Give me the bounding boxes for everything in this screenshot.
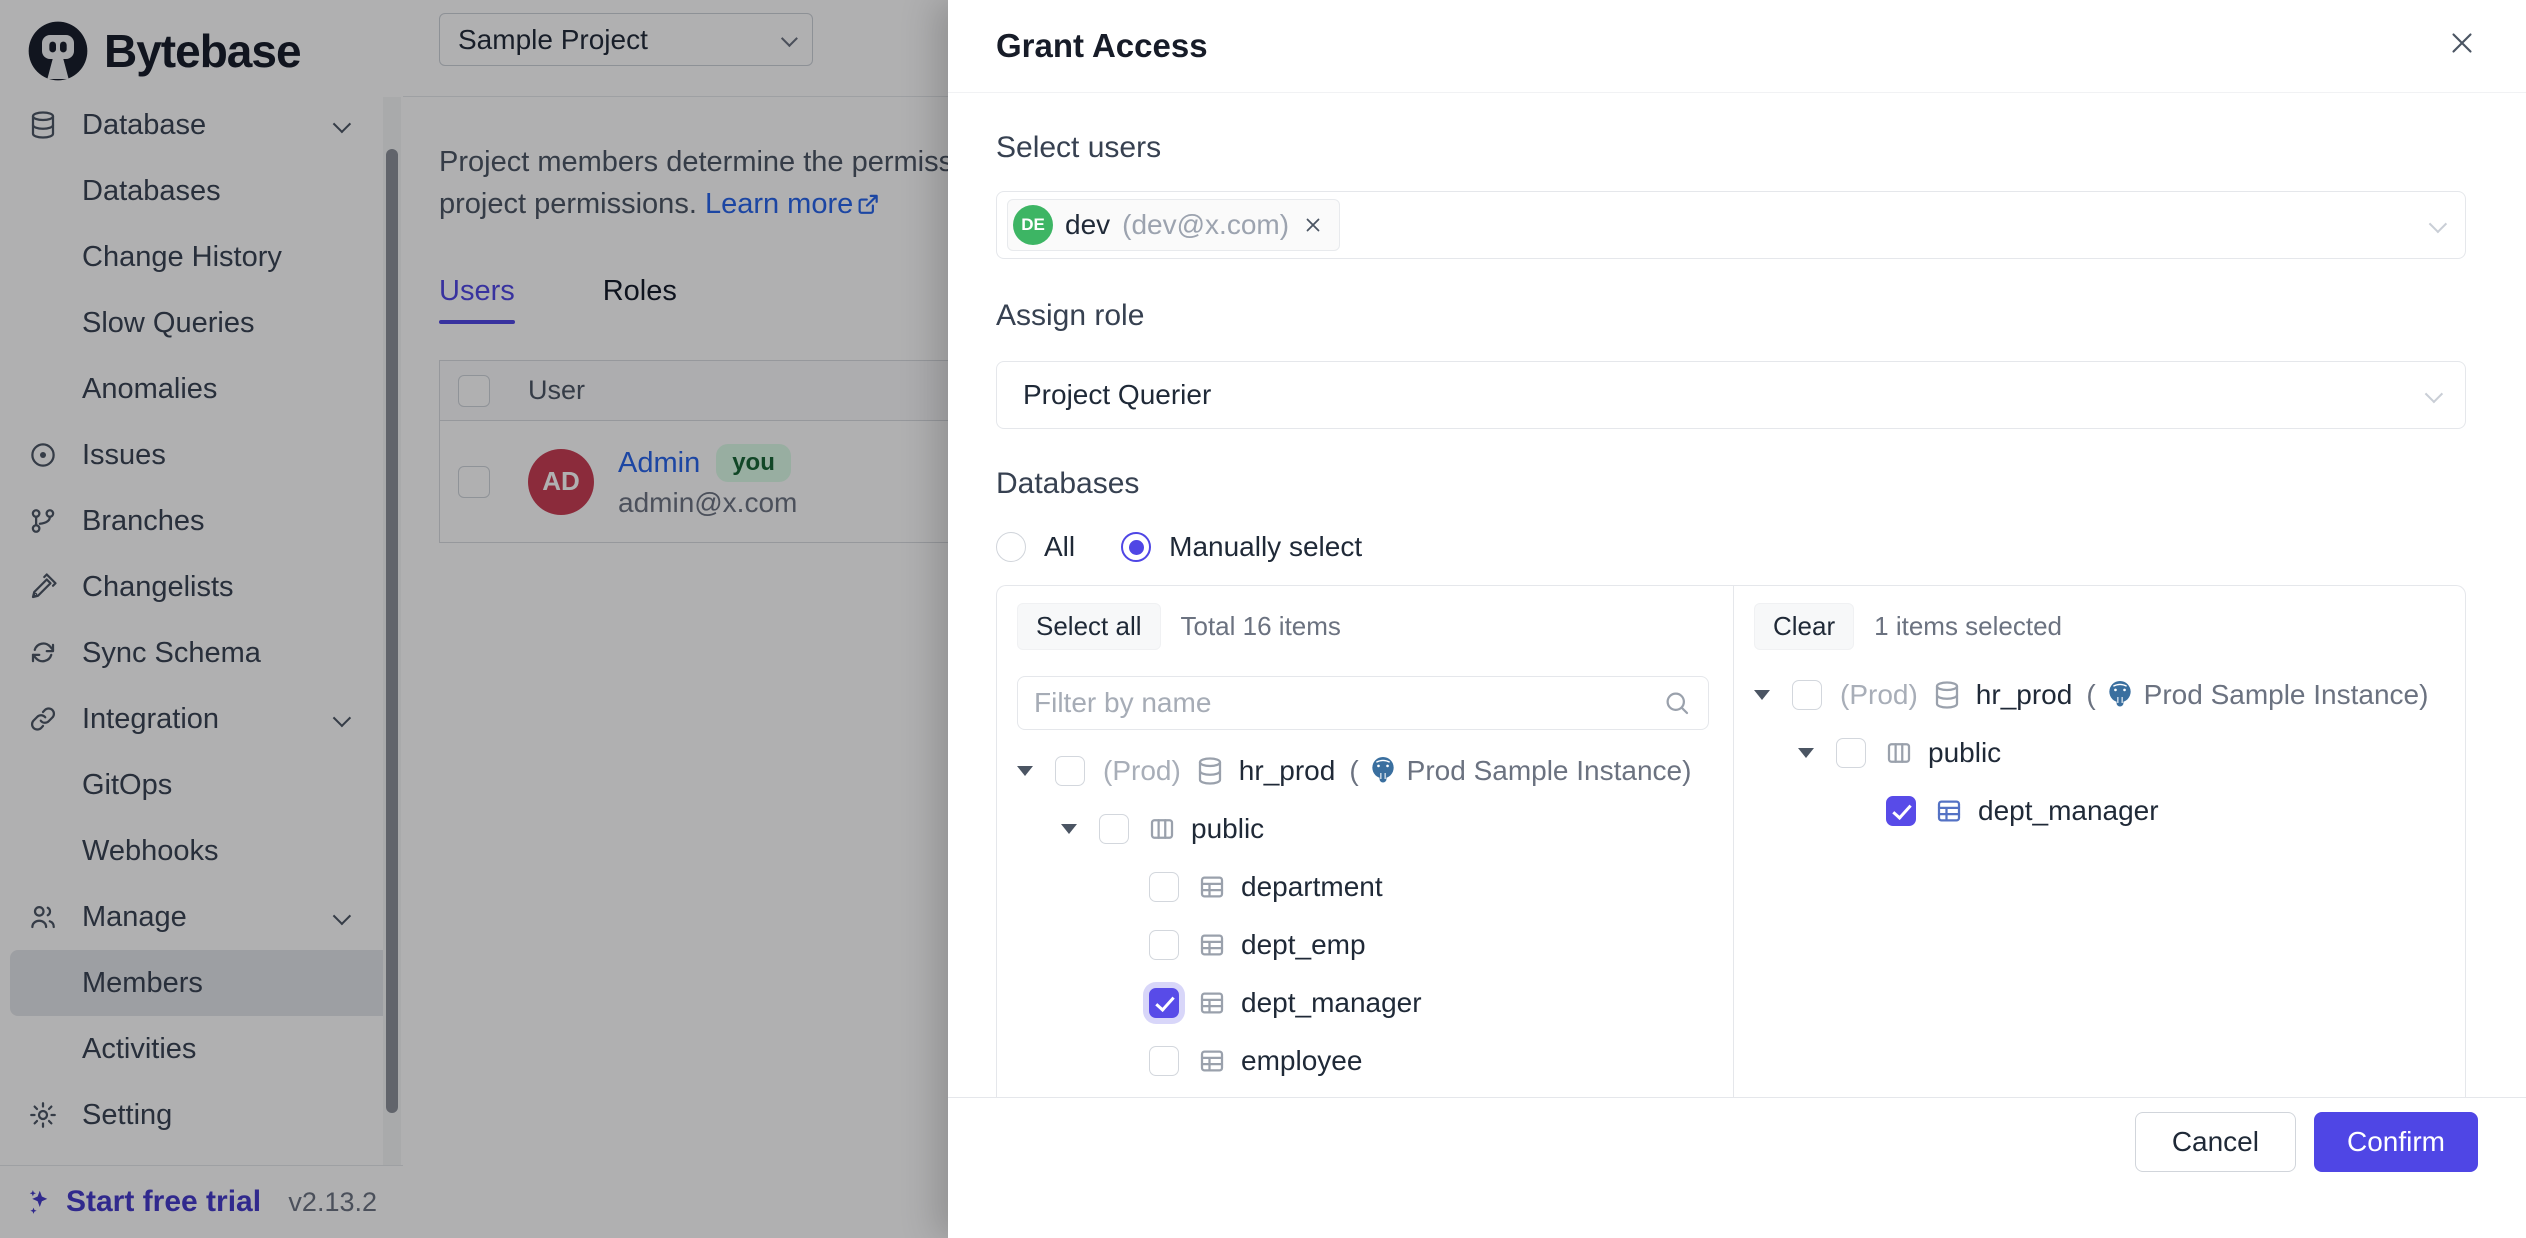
checkbox[interactable]	[1149, 930, 1179, 960]
dialog-header: Grant Access	[948, 0, 2526, 93]
caret-expanded-icon[interactable]	[1017, 766, 1033, 776]
radio-manual-label: Manually select	[1169, 531, 1362, 563]
chevron-down-icon[interactable]	[2429, 214, 2447, 232]
table-name: employee	[1241, 1045, 1362, 1077]
radio-all-label: All	[1044, 531, 1075, 563]
chip-user-name: dev	[1065, 209, 1110, 241]
radio-all[interactable]: All	[996, 531, 1075, 563]
schema-name: public	[1928, 737, 2001, 769]
selected-tree: (Prod) hr_prod ( Prod Sample Instance) p…	[1754, 666, 2441, 840]
tree-row[interactable]: public	[1061, 800, 1709, 858]
radio-icon[interactable]	[996, 532, 1026, 562]
select-users-label: Select users	[996, 131, 2466, 165]
chevron-down-icon	[2425, 384, 2443, 402]
app-window: Bytebase Database Databases Change Histo…	[0, 0, 2526, 1238]
dialog-title: Grant Access	[996, 27, 1208, 65]
env-prefix: (Prod)	[1840, 679, 1918, 711]
table-name: dept_emp	[1241, 929, 1366, 961]
picker-selected-pane: Clear 1 items selected (Prod) hr_prod (	[1734, 586, 2465, 1097]
role-select[interactable]: Project Querier	[996, 361, 2466, 429]
chip-user-email: (dev@x.com)	[1122, 209, 1289, 241]
filter-placeholder: Filter by name	[1034, 687, 1211, 719]
confirm-button[interactable]: Confirm	[2314, 1112, 2478, 1172]
search-icon	[1662, 688, 1692, 718]
dialog-footer: Cancel Confirm	[948, 1097, 2526, 1238]
env-prefix: (Prod)	[1103, 755, 1181, 787]
checkbox[interactable]	[1792, 680, 1822, 710]
filter-input[interactable]: Filter by name	[1017, 676, 1709, 730]
database-icon	[1195, 756, 1225, 786]
table-icon	[1197, 1046, 1227, 1076]
tree-row[interactable]: dept_emp	[1149, 916, 1709, 974]
tree-row[interactable]: dept_manager	[1886, 782, 2441, 840]
radio-checked-icon[interactable]	[1121, 532, 1151, 562]
selected-count-label: 1 items selected	[1874, 611, 2062, 642]
tree-row[interactable]: department	[1149, 858, 1709, 916]
table-icon	[1197, 930, 1227, 960]
checkbox-checked[interactable]	[1149, 988, 1179, 1018]
source-tree: (Prod) hr_prod ( Prod Sample Instance) p…	[1017, 742, 1709, 1090]
table-icon	[1934, 796, 1964, 826]
caret-expanded-icon[interactable]	[1061, 824, 1077, 834]
db-name: hr_prod	[1976, 679, 2073, 711]
schema-icon	[1147, 814, 1177, 844]
tree-row[interactable]: (Prod) hr_prod ( Prod Sample Instance)	[1754, 666, 2441, 724]
picker-source-pane: Select all Total 16 items Filter by name…	[997, 586, 1734, 1097]
tree-row[interactable]: public	[1798, 724, 2441, 782]
checkbox[interactable]	[1836, 738, 1866, 768]
table-name: dept_manager	[1241, 987, 1422, 1019]
table-name: dept_manager	[1978, 795, 2159, 827]
instance-name: Prod Sample Instance)	[1407, 755, 1692, 787]
cancel-button[interactable]: Cancel	[2135, 1112, 2296, 1172]
total-items-label: Total 16 items	[1181, 611, 1341, 642]
table-icon	[1197, 988, 1227, 1018]
checkbox[interactable]	[1149, 1046, 1179, 1076]
avatar: DE	[1013, 205, 1053, 245]
tree-row[interactable]: employee	[1149, 1032, 1709, 1090]
checkbox[interactable]	[1149, 872, 1179, 902]
postgres-icon	[2104, 679, 2136, 711]
selected-user-chip[interactable]: DE dev (dev@x.com)	[1007, 199, 1340, 251]
database-picker: Select all Total 16 items Filter by name…	[996, 585, 2466, 1097]
checkbox-checked[interactable]	[1886, 796, 1916, 826]
close-icon[interactable]	[2442, 24, 2482, 64]
schema-name: public	[1191, 813, 1264, 845]
caret-expanded-icon[interactable]	[1754, 690, 1770, 700]
postgres-icon	[1367, 755, 1399, 787]
caret-expanded-icon[interactable]	[1798, 748, 1814, 758]
db-name: hr_prod	[1239, 755, 1336, 787]
select-all-button[interactable]: Select all	[1017, 603, 1161, 650]
table-name: department	[1241, 871, 1383, 903]
role-select-value: Project Querier	[1023, 379, 1211, 411]
table-icon	[1197, 872, 1227, 902]
grant-access-dialog: Grant Access Select users DE dev (dev@x.…	[948, 0, 2526, 1238]
databases-label: Databases	[996, 467, 2466, 501]
tree-row[interactable]: dept_manager	[1149, 974, 1709, 1032]
checkbox[interactable]	[1055, 756, 1085, 786]
tree-row[interactable]: (Prod) hr_prod ( Prod Sample Instance)	[1017, 742, 1709, 800]
radio-manually-select[interactable]: Manually select	[1121, 531, 1362, 563]
database-icon	[1932, 680, 1962, 710]
assign-role-label: Assign role	[996, 299, 2466, 333]
clear-button[interactable]: Clear	[1754, 603, 1854, 650]
select-users-input[interactable]: DE dev (dev@x.com)	[996, 191, 2466, 259]
checkbox[interactable]	[1099, 814, 1129, 844]
remove-user-icon[interactable]	[1301, 213, 1325, 237]
dialog-body: Select users DE dev (dev@x.com) Assign r…	[948, 93, 2526, 1097]
instance-name: Prod Sample Instance)	[2144, 679, 2429, 711]
schema-icon	[1884, 738, 1914, 768]
database-scope-radios: All Manually select	[996, 531, 2466, 563]
